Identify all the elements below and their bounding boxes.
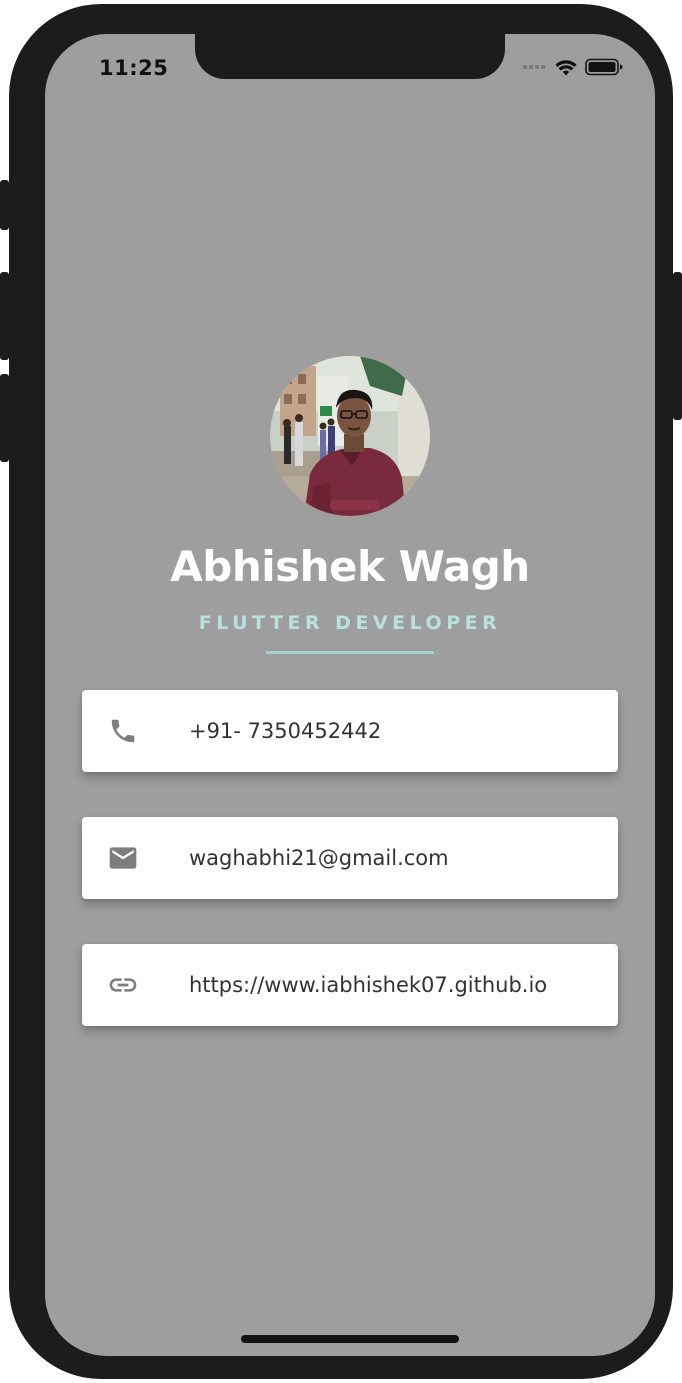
email-icon [107,842,139,874]
phone-frame: 11:25 Abhishek Wagh FLUTTER DEVELOPER +9… [0,4,682,1379]
volume-down-button [0,374,9,462]
website-card[interactable]: https://www.iabhishek07.github.io [82,944,618,1026]
phone-number: +91- 7350452442 [189,719,382,743]
phone-card[interactable]: +91- 7350452442 [82,690,618,772]
profile-title: FLUTTER DEVELOPER [198,612,502,634]
battery-icon [585,58,623,76]
status-time: 11:25 [99,56,169,80]
volume-up-button [0,272,9,360]
phone-icon [107,715,139,747]
profile-name: Abhishek Wagh [170,542,530,591]
avatar [270,356,430,516]
cellular-dots-icon [523,65,545,69]
profile-photo [270,356,430,516]
power-button [673,272,682,420]
home-indicator[interactable] [241,1335,459,1343]
app-screen: 11:25 Abhishek Wagh FLUTTER DEVELOPER +9… [45,34,655,1356]
divider [266,651,434,654]
link-icon [107,969,139,1001]
silent-switch [0,180,9,230]
website-url: https://www.iabhishek07.github.io [189,973,548,997]
email-card[interactable]: waghabhi21@gmail.com [82,817,618,899]
status-icons [523,58,623,76]
email-address: waghabhi21@gmail.com [189,846,449,870]
notch [195,34,505,79]
wifi-icon [555,59,577,76]
